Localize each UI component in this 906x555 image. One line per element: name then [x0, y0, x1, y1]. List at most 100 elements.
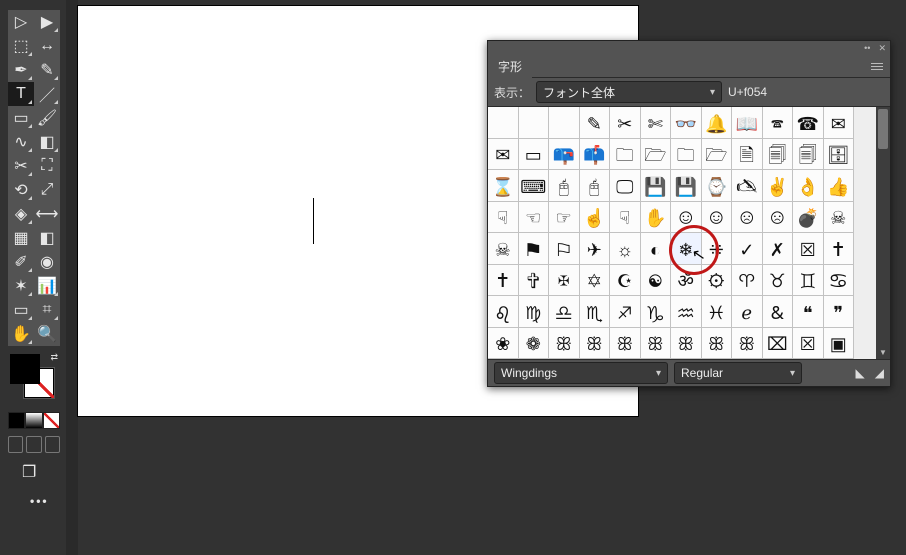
distort-tool[interactable]: ◈	[8, 202, 34, 226]
glyph-cell[interactable]: ☒	[793, 233, 824, 265]
screen-mode-button[interactable]: ❐	[22, 462, 36, 482]
glyph-cell[interactable]	[519, 107, 550, 139]
glyph-cell[interactable]: ◐	[641, 233, 672, 265]
glyph-cell[interactable]: ☞	[549, 202, 580, 234]
glyph-cell[interactable]: ꕥ	[610, 328, 641, 360]
hand-tool[interactable]: ✋	[8, 322, 34, 346]
artboard-tool[interactable]: ▭	[8, 298, 34, 322]
crop-tool[interactable]: ⛶	[34, 154, 60, 178]
glyph-cell[interactable]	[549, 107, 580, 139]
glyph-cell[interactable]: ☹	[763, 202, 794, 234]
panel-close-icon[interactable]: ✕	[878, 43, 886, 54]
glyph-cell[interactable]: ▣	[824, 328, 855, 360]
more-tools-button[interactable]: •••	[30, 494, 49, 508]
glyph-cell[interactable]: 🗁	[702, 139, 733, 171]
glyph-cell[interactable]: 🗀	[610, 139, 641, 171]
draw-inside-icon[interactable]	[45, 436, 60, 453]
glyph-cell[interactable]: ♑	[641, 296, 672, 328]
glyph-cell[interactable]: ☪	[610, 265, 641, 297]
line-tool[interactable]: ／	[34, 82, 60, 106]
glyph-cell[interactable]: &	[763, 296, 794, 328]
glyph-cell[interactable]	[488, 107, 519, 139]
selection-tool[interactable]: ▷	[8, 10, 34, 34]
glyph-cell[interactable]: ✓	[732, 233, 763, 265]
graph-tool[interactable]: 📊	[34, 274, 60, 298]
glyph-cell[interactable]: ☜	[519, 202, 550, 234]
glyph-cell[interactable]: 🖵	[610, 170, 641, 202]
glyph-cell[interactable]: ☹	[732, 202, 763, 234]
glyph-cell[interactable]: 👍	[824, 170, 855, 202]
glyph-cell[interactable]: ♊	[793, 265, 824, 297]
glyph-cell[interactable]: ✝	[488, 265, 519, 297]
glyph-cell[interactable]: ℯ	[732, 296, 763, 328]
glyph-cell[interactable]: ♈	[732, 265, 763, 297]
gradient-swatch[interactable]	[25, 412, 42, 429]
glyph-cell[interactable]: ☺	[671, 202, 702, 234]
transform-tool[interactable]: ⟲	[8, 178, 34, 202]
glyph-cell[interactable]: ✉	[824, 107, 855, 139]
scroll-down-icon[interactable]: ▼	[876, 347, 890, 359]
glyph-cell[interactable]: ⌛	[488, 170, 519, 202]
scroll-thumb[interactable]	[878, 109, 888, 149]
glyph-cell[interactable]: ✝	[824, 233, 855, 265]
gap-tool[interactable]: ↔	[34, 34, 60, 58]
glyph-cell[interactable]: ♓	[702, 296, 733, 328]
page-tool[interactable]: ⬚	[8, 34, 34, 58]
glyph-cell[interactable]: ꕥ	[580, 328, 611, 360]
glyph-cell[interactable]: ♌	[488, 296, 519, 328]
scissors-tool[interactable]: ✂	[8, 154, 34, 178]
gradient-tool[interactable]: ◧	[34, 226, 60, 250]
glyph-cell[interactable]: ☟	[488, 202, 519, 234]
glyph-cell[interactable]: ♉	[763, 265, 794, 297]
glyph-cell[interactable]: ☟	[610, 202, 641, 234]
glyph-cell[interactable]: ⌚	[702, 170, 733, 202]
glyph-cell[interactable]: 🗀	[671, 139, 702, 171]
pen-tool[interactable]: ✒	[8, 58, 34, 82]
glyph-cell[interactable]: ❞	[824, 296, 855, 328]
glyph-cell[interactable]: ꕥ	[732, 328, 763, 360]
glyph-cell[interactable]: ✗	[763, 233, 794, 265]
zoom-in-glyphs-icon[interactable]: ◢	[875, 366, 884, 380]
foreground-color[interactable]	[10, 354, 40, 384]
glyph-cell[interactable]: 📫	[580, 139, 611, 171]
mesh-tool[interactable]: ▦	[8, 226, 34, 250]
glyph-cell[interactable]: ☺	[702, 202, 733, 234]
glyph-cell[interactable]: ☠	[488, 233, 519, 265]
glyph-cell[interactable]: ♋	[824, 265, 855, 297]
brush-tool[interactable]: 🖌	[34, 106, 60, 130]
glyph-cell[interactable]: ❄	[671, 233, 702, 265]
transform2-tool[interactable]: ⤢	[34, 178, 60, 202]
glyph-cell[interactable]: ⚙	[702, 265, 733, 297]
rectangle-frame-tool[interactable]: ▭	[8, 106, 34, 130]
glyph-cell[interactable]: ❝	[793, 296, 824, 328]
glyph-cell[interactable]: ♏	[580, 296, 611, 328]
pencil-tool[interactable]: ✎	[34, 58, 60, 82]
glyph-cell[interactable]: ▭	[519, 139, 550, 171]
glyph-cell[interactable]: ꕥ	[549, 328, 580, 360]
draw-behind-icon[interactable]	[26, 436, 41, 453]
glyph-cell[interactable]: ⌨	[519, 170, 550, 202]
panel-menu-icon[interactable]	[868, 59, 886, 73]
glyph-cell[interactable]: ☯	[641, 265, 672, 297]
glyph-cell[interactable]: 💾	[671, 170, 702, 202]
symbol-tool[interactable]: ✶	[8, 274, 34, 298]
swap-colors-icon[interactable]: ⇄	[50, 352, 58, 363]
none-swatch[interactable]	[43, 412, 60, 429]
glyph-cell[interactable]: ✞	[519, 265, 550, 297]
free-transform-tool[interactable]: ⟷	[34, 202, 60, 226]
draw-mode-icons[interactable]	[8, 436, 60, 453]
glyph-cell[interactable]: 🖰	[580, 170, 611, 202]
font-family-select[interactable]: Wingdings ▾	[494, 362, 668, 384]
direct-selection-tool[interactable]: ▶	[34, 10, 60, 34]
solid-swatch[interactable]	[8, 412, 25, 429]
glyph-cell[interactable]: ♐	[610, 296, 641, 328]
zoom-tool[interactable]: 🔍	[34, 322, 60, 346]
glyph-cell[interactable]: ☝	[580, 202, 611, 234]
glyph-cell[interactable]: ॐ	[671, 265, 702, 297]
glyph-cell[interactable]: 🗐	[793, 139, 824, 171]
glyph-cell[interactable]: ❁	[519, 328, 550, 360]
glyphs-tab[interactable]: 字形	[488, 54, 532, 79]
glyph-cell[interactable]: ☒	[793, 328, 824, 360]
glyph-scrollbar[interactable]: ▲ ▼	[876, 107, 890, 359]
glyph-cell[interactable]: ꕥ	[671, 328, 702, 360]
